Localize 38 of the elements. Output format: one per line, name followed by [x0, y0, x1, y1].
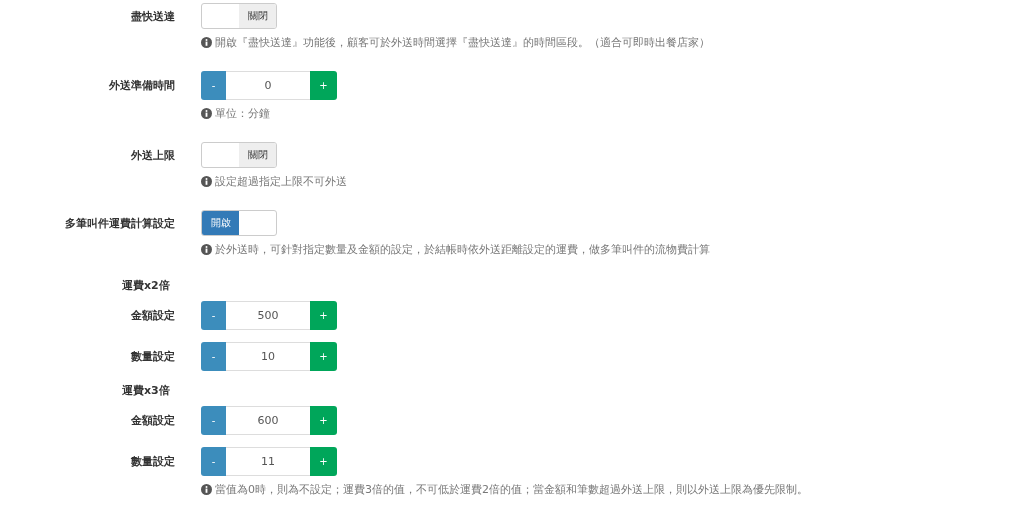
number-field[interactable]: 10	[226, 342, 310, 371]
decrement-button[interactable]: -	[201, 71, 226, 100]
field-label: 外送準備時間	[109, 78, 175, 93]
info-icon	[201, 108, 212, 119]
decrement-button[interactable]: -	[201, 406, 226, 435]
help-text: 單位：分鐘	[215, 106, 270, 121]
increment-button[interactable]: +	[310, 71, 337, 100]
info-icon	[201, 244, 212, 255]
field-label: 盡快送達	[131, 8, 175, 24]
section-heading: 運費x2倍	[122, 278, 171, 293]
toggle-switch[interactable]: 關閉	[201, 142, 277, 168]
decrement-button[interactable]: -	[201, 342, 226, 371]
toggle-switch[interactable]: 關閉	[201, 3, 277, 29]
info-icon	[201, 37, 212, 48]
field-label: 金額設定	[131, 413, 175, 428]
number-field[interactable]: 11	[226, 447, 310, 476]
help-text: 開啟『盡快送達』功能後，顧客可於外送時間選擇『盡快送達』的時間區段。（適合可即時出餐店家）	[215, 35, 710, 50]
info-icon	[201, 176, 212, 187]
increment-button[interactable]: +	[310, 342, 337, 371]
info-icon	[201, 484, 212, 495]
increment-button[interactable]: +	[310, 406, 337, 435]
increment-button[interactable]: +	[310, 447, 337, 476]
decrement-button[interactable]: -	[201, 447, 226, 476]
help-text: 當值為0時，則為不設定；運費3倍的值，不可低於運費2倍的值；當金額和筆數超過外送上限，則以外送上限為優先限制。	[215, 482, 808, 497]
field-label: 數量設定	[131, 454, 175, 469]
increment-button[interactable]: +	[310, 301, 337, 330]
field-label: 金額設定	[131, 308, 175, 323]
section-heading: 運費x3倍	[122, 383, 171, 398]
field-label: 多筆叫件運費計算設定	[65, 215, 175, 231]
number-field[interactable]: 500	[226, 301, 310, 330]
field-label: 數量設定	[131, 349, 175, 364]
help-text: 於外送時，可針對指定數量及金額的設定，於結帳時依外送距離設定的運費，做多筆叫件的流物費計算	[215, 242, 710, 257]
decrement-button[interactable]: -	[201, 301, 226, 330]
help-text: 設定超過指定上限不可外送	[215, 174, 347, 189]
number-field[interactable]: 0	[226, 71, 310, 100]
field-label: 外送上限	[131, 147, 175, 163]
number-field[interactable]: 600	[226, 406, 310, 435]
toggle-switch[interactable]: 開啟	[201, 210, 277, 236]
